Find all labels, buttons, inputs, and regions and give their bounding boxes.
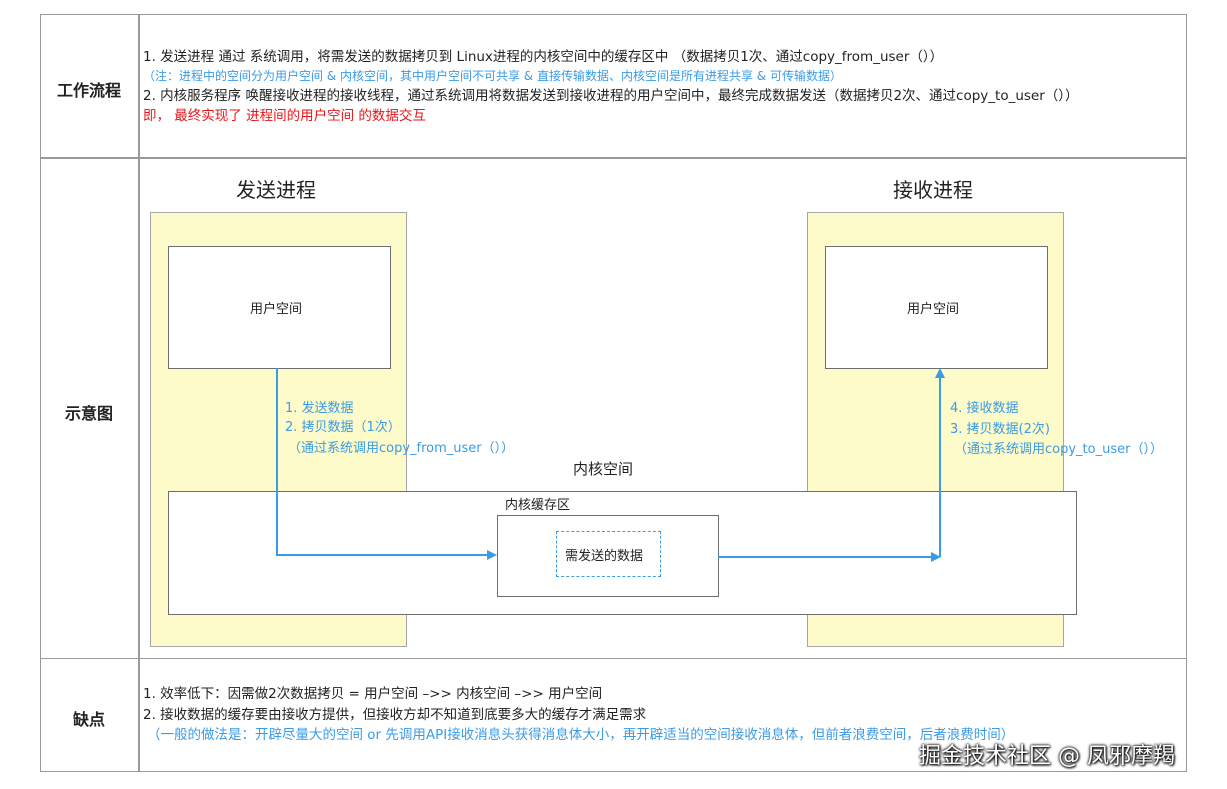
drawback-note: （一般的做法是：开辟尽量大的空间 or 先调用API接收消息头获得消息体大小，再… (147, 727, 1015, 743)
workflow-note: （注：进程中的空间分为用户空间 & 内核空间，其中用户空间不可共享 & 直接传输… (143, 69, 842, 83)
workflow-line-2: 2. 内核服务程序 唤醒接收进程的接收线程，通过系统调用将数据发送到接收进程的用… (143, 88, 1079, 104)
send-step-2: 2. 拷贝数据（1次） (285, 420, 401, 435)
kernel-buffer-label: 内核缓存区 (505, 498, 571, 513)
data-to-send-label: 需发送的数据 (565, 549, 644, 564)
row-label-workflow: 工作流程 (56, 81, 121, 100)
sender-process-title: 发送进程 (236, 178, 316, 202)
table-border-bottom (40, 771, 1187, 772)
sender-user-space-label: 用户空间 (250, 302, 303, 317)
workflow-line-1: 1. 发送进程 通过 系统调用，将需发送的数据拷贝到 Linux进程的内核空间中… (143, 49, 944, 65)
row-label-drawbacks: 缺点 (72, 710, 105, 729)
recv-step-3: 3. 拷贝数据(2次) (950, 422, 1050, 437)
send-step-note: （通过系统调用copy_from_user（）） (288, 441, 515, 456)
workflow-conclusion: 即， 最终实现了 进程间的用户空间 的数据交互 (143, 108, 426, 124)
kernel-space-label: 内核空间 (573, 460, 634, 478)
drawback-line-2: 2. 接收数据的缓存要由接收方提供，但接收方却不知道到底要多大的缓存才满足需求 (143, 707, 647, 723)
drawback-line-1: 1. 效率低下：因需做2次数据拷贝 = 用户空间 –>> 内核空间 –>> 用户… (143, 686, 603, 702)
table-row-divider-1 (40, 157, 1187, 159)
row-label-diagram: 示意图 (64, 404, 113, 423)
table-border-top (40, 14, 1187, 15)
send-step-1: 1. 发送数据 (285, 401, 354, 416)
receiver-process-title: 接收进程 (893, 178, 973, 202)
table-row-divider-2 (40, 658, 1187, 659)
recv-step-note: （通过系统调用copy_to_user（）） (954, 442, 1163, 457)
receiver-user-space-label: 用户空间 (907, 302, 960, 317)
watermark: 掘金技术社区 @ 凤邪摩羯 (919, 744, 1175, 769)
recv-step-4: 4. 接收数据 (950, 401, 1019, 416)
